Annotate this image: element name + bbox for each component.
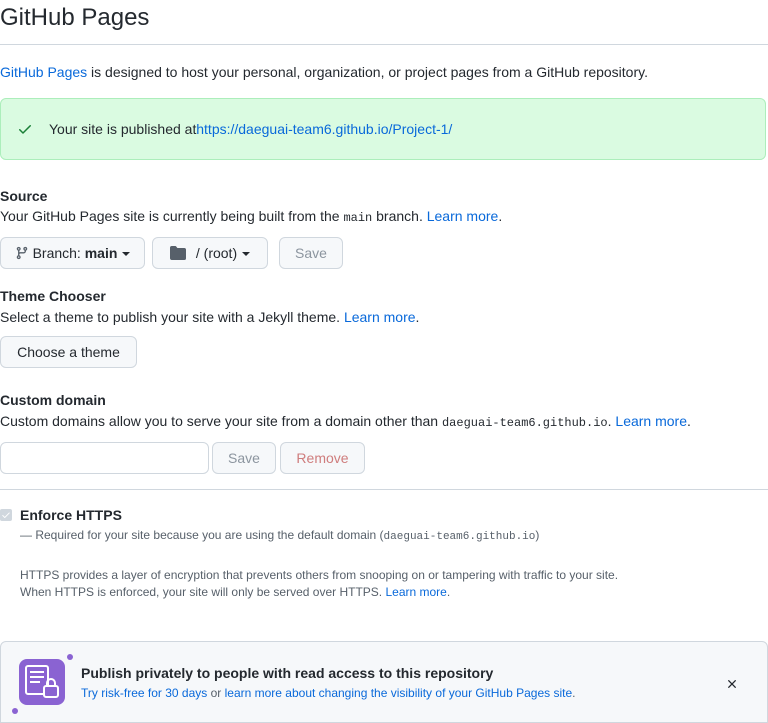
source-save-button[interactable]: Save: [279, 237, 343, 269]
github-pages-link[interactable]: GitHub Pages: [0, 64, 87, 80]
x-icon: [728, 680, 736, 688]
private-pages-promo: Publish privately to people with read ac…: [0, 641, 768, 723]
page-title: GitHub Pages: [0, 4, 150, 31]
published-flash: Your site is published at https://daegua…: [0, 98, 766, 160]
custom-domain-save-button[interactable]: Save: [212, 442, 276, 474]
checkmark-icon: [2, 512, 10, 518]
intro-text: GitHub Pages is designed to host your pe…: [0, 64, 648, 80]
theme-description: Select a theme to publish your site with…: [0, 309, 419, 325]
git-branch-icon: [16, 246, 27, 260]
promo-title: Publish privately to people with read ac…: [81, 665, 494, 681]
title-divider: [0, 44, 768, 45]
enforce-https-label: Enforce HTTPS: [20, 507, 122, 523]
caret-down-icon: [242, 252, 251, 256]
source-description: Your GitHub Pages site is currently bein…: [0, 208, 502, 225]
custom-domain-heading: Custom domain: [0, 392, 106, 408]
intro-description: is designed to host your personal, organ…: [87, 64, 648, 80]
lock-document-icon: [12, 654, 73, 714]
theme-learn-more-link[interactable]: Learn more: [344, 309, 416, 325]
branch-button-prefix: Branch:: [32, 245, 81, 261]
custom-domain-input[interactable]: [0, 442, 209, 474]
change-visibility-link[interactable]: learn more about changing the visibility…: [225, 686, 573, 700]
folder-button-label: / (root): [195, 245, 238, 261]
default-domain-code: daeguai-team6.github.io: [441, 416, 608, 430]
close-promo-button[interactable]: [723, 675, 741, 693]
theme-period: .: [415, 309, 420, 325]
try-risk-free-link[interactable]: Try risk-free for 30 days: [81, 686, 207, 700]
enforce-https-checkbox[interactable]: [0, 509, 12, 521]
flash-text: Your site is published at: [49, 121, 197, 137]
https-learn-more-link[interactable]: Learn more: [385, 585, 446, 599]
https-domain-code: daeguai-team6.github.io: [383, 531, 536, 543]
promo-subtitle: Try risk-free for 30 days or learn more …: [81, 686, 575, 700]
https-description-line2: When HTTPS is enforced, your site will o…: [20, 585, 450, 599]
promo-middle-text: or: [207, 686, 225, 700]
branch-select-button[interactable]: Branch: main: [0, 237, 145, 269]
custom-domain-period: .: [687, 413, 691, 429]
https-description-line1: HTTPS provides a layer of encryption tha…: [20, 568, 619, 582]
check-icon: [19, 125, 31, 134]
folder-icon: [169, 246, 186, 260]
custom-domain-description: Custom domains allow you to serve your s…: [0, 413, 691, 430]
source-learn-more-link[interactable]: Learn more: [427, 208, 499, 224]
source-heading: Source: [0, 188, 48, 204]
custom-domain-learn-more-link[interactable]: Learn more: [615, 413, 687, 429]
folder-select-button[interactable]: / (root): [152, 237, 268, 269]
https-required-close: ): [535, 528, 540, 542]
theme-desc-text: Select a theme to publish your site with…: [0, 309, 344, 325]
promo-period: .: [572, 686, 576, 700]
published-site-link[interactable]: https://daeguai-team6.github.io/Project-…: [196, 121, 452, 137]
https-desc-text: When HTTPS is enforced, your site will o…: [20, 585, 386, 599]
caret-down-icon: [122, 252, 131, 256]
section-divider: [0, 489, 768, 490]
source-desc-text: Your GitHub Pages site is currently bein…: [0, 208, 344, 224]
https-period: .: [446, 585, 451, 599]
source-desc-text-2: branch.: [372, 208, 427, 224]
remove-domain-button[interactable]: Remove: [280, 442, 365, 474]
choose-theme-button[interactable]: Choose a theme: [0, 336, 137, 368]
custom-domain-desc-text: Custom domains allow you to serve your s…: [0, 413, 442, 429]
https-required-text: — Required for your site because you are…: [20, 528, 384, 542]
branch-button-value: main: [84, 245, 118, 261]
https-required-note: — Required for your site because you are…: [20, 528, 539, 543]
theme-heading: Theme Chooser: [0, 288, 106, 304]
branch-code: main: [343, 211, 373, 225]
source-period: .: [498, 208, 503, 224]
